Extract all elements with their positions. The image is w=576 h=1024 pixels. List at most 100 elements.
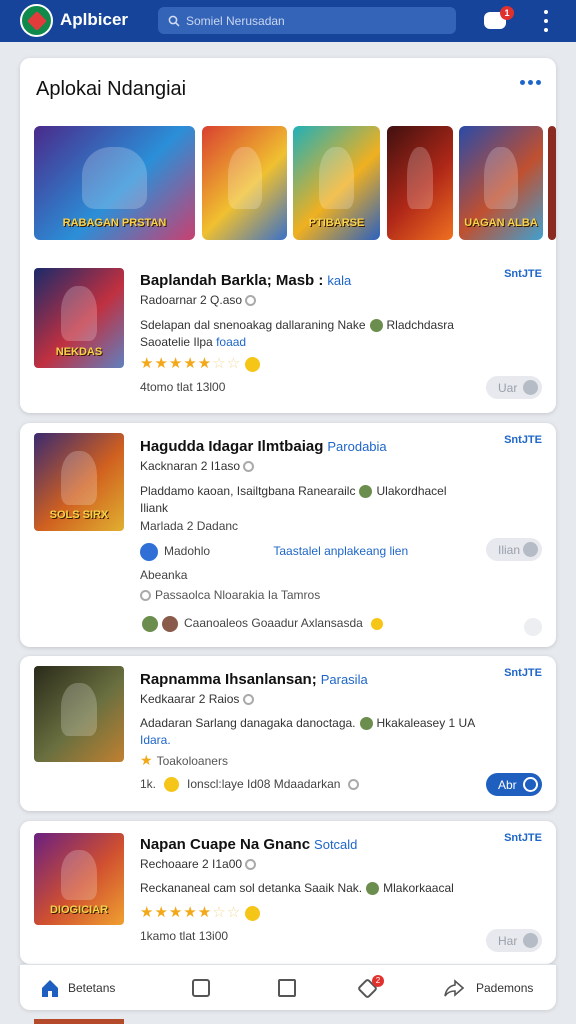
artwork-figure: [82, 146, 147, 210]
updates-badge: 2: [372, 975, 384, 987]
nav-library[interactable]: [278, 965, 296, 1011]
top-app-bar: Aplbicer 1: [0, 0, 576, 42]
install-button[interactable]: Uar: [486, 376, 542, 399]
search-input[interactable]: [186, 13, 446, 28]
location-row: Passaolca Nloarakia Ia Tamros: [140, 588, 320, 602]
app-logo[interactable]: [20, 4, 53, 37]
featured-card: Aplokai Ndangiai RABAGAN PRSTAN PTIBARSE…: [20, 58, 556, 413]
artwork-figure: [61, 683, 97, 737]
leaf-icon: [359, 717, 373, 731]
nav-home-label: Betetans: [68, 981, 116, 995]
install-button[interactable]: Har: [486, 929, 542, 952]
app-description: Pladdamo kaoan, Isailtgbana Ranearailc Ul…: [140, 484, 447, 515]
app-tag: kala: [327, 273, 352, 288]
app-tag: Parasila: [320, 672, 368, 687]
featured-tile[interactable]: [387, 126, 453, 240]
app-publisher: Kacknaran 2 I1aso: [140, 459, 258, 473]
artwork-caption: SOLS SIRX: [49, 509, 109, 522]
download-icon: [523, 542, 538, 557]
app-tag: Sotcald: [314, 837, 358, 852]
featured-tile[interactable]: UAGAN ALBA: [459, 126, 543, 240]
app-meta: 1kamo tlat 13i00: [140, 929, 229, 943]
smiley-icon: [245, 356, 261, 372]
verified-icon: [243, 461, 255, 473]
app-size: SntJTE: [504, 434, 542, 446]
artwork-caption: RABAGAN PRSTAN: [62, 216, 167, 229]
app-card: DIOGICIAR Napan Cuape Na Gnanc Sotcald Sn…: [20, 821, 556, 964]
rating-stars: ★★★★★☆☆: [140, 903, 261, 921]
install-button[interactable]: Ilian: [486, 538, 542, 561]
location-icon: [140, 590, 151, 602]
social-link[interactable]: Taastalel anplakeang lien: [273, 544, 408, 558]
app-publisher: Radoarnar 2 Q.aso: [140, 293, 260, 307]
app-size: SntJTE: [504, 268, 542, 280]
app-tag: Parodabia: [327, 439, 387, 454]
leaf-icon: [359, 485, 373, 499]
smiley-icon: [245, 905, 261, 921]
social-sub: Abeanka: [140, 568, 188, 582]
app-thumbnail: NEKDAS: [34, 268, 124, 368]
app-meta: Marlada 2 Dadanc: [140, 519, 239, 533]
app-size: SntJTE: [504, 667, 542, 679]
leaf-icon: [369, 319, 383, 333]
search-icon: [168, 15, 180, 27]
featured-tile[interactable]: RABAGAN PRSTAN: [34, 126, 195, 240]
artwork-figure: [227, 146, 262, 210]
thumbs-up-icon: [140, 543, 158, 561]
app-description: Sdelapan dal snenoakag dallaraning Nake R…: [140, 318, 454, 349]
app-thumbnail: DIOGICIAR: [34, 833, 124, 925]
download-icon: [523, 380, 538, 395]
artwork-figure: [406, 146, 434, 210]
nav-apps[interactable]: [192, 965, 210, 1011]
app-title: Aplbicer: [60, 10, 129, 29]
featured-tile-peek: [548, 126, 556, 240]
avatar: [162, 616, 178, 632]
featured-tile[interactable]: [202, 126, 287, 240]
nav-share[interactable]: Pademons: [444, 965, 533, 1011]
verified-icon: [245, 295, 257, 307]
open-button[interactable]: Abr: [486, 773, 542, 796]
friends-row: Caanoaleos Goaadur Axlansasda: [140, 616, 383, 632]
overflow-menu-icon[interactable]: [538, 10, 554, 32]
app-meta: 1k. Ionscl:laye Id08 Mdaadarkan: [140, 777, 363, 793]
artwork-caption: UAGAN ALBA: [464, 216, 538, 229]
nav-share-label: Pademons: [476, 981, 534, 995]
app-publisher: Kedkaarar 2 Raios: [140, 692, 258, 706]
app-link[interactable]: Idara.: [140, 733, 171, 747]
messages-button[interactable]: 1: [484, 6, 514, 30]
bottom-navigation: Betetans 2 Pademons: [20, 964, 556, 1010]
next-thumbnail-peek: [34, 1019, 124, 1024]
app-meta: 4tomo tlat 13l00: [140, 380, 226, 394]
notification-badge: 1: [500, 6, 514, 20]
share-icon: [444, 979, 464, 997]
app-name: Hagudda Idagar Ilmtbaiag Parodabia: [140, 438, 387, 455]
featured-tile[interactable]: PTIBARSE: [293, 126, 380, 240]
featured-title: Aplokai Ndangiai: [36, 78, 187, 100]
nav-updates[interactable]: 2: [356, 965, 384, 1011]
app-size: SntJTE: [504, 832, 542, 844]
app-card: Rapnamma Ihsanlansan; Parasila SntJTE Ked…: [20, 656, 556, 811]
avatar: [142, 616, 158, 632]
home-icon: [42, 980, 58, 997]
app-link[interactable]: foaad: [216, 335, 246, 349]
expand-icon[interactable]: [524, 618, 542, 636]
more-options-icon[interactable]: [520, 80, 541, 85]
verified-icon: [245, 859, 257, 871]
verified-icon: [242, 694, 254, 706]
artwork-caption: NEKDAS: [55, 346, 103, 358]
artwork-figure: [484, 146, 518, 210]
smiley-icon: [164, 777, 180, 793]
artwork-caption: DIOGICIAR: [49, 903, 109, 916]
award-row: ★ Toakoloaners: [140, 752, 228, 768]
artwork-figure: [61, 286, 97, 341]
artwork-figure: [61, 450, 97, 505]
download-icon: [523, 933, 538, 948]
nav-home[interactable]: Betetans: [40, 965, 115, 1011]
search-small-icon: [348, 779, 360, 791]
search-bar[interactable]: [158, 7, 456, 34]
star-icon: ★: [140, 752, 153, 768]
artwork-figure: [61, 849, 97, 901]
app-card: SOLS SIRX Hagudda Idagar Ilmtbaiag Paroda…: [20, 423, 556, 647]
app-name: Rapnamma Ihsanlansan; Parasila: [140, 671, 368, 688]
social-row: Madohlo Taastalel anplakeang lien: [140, 543, 408, 561]
